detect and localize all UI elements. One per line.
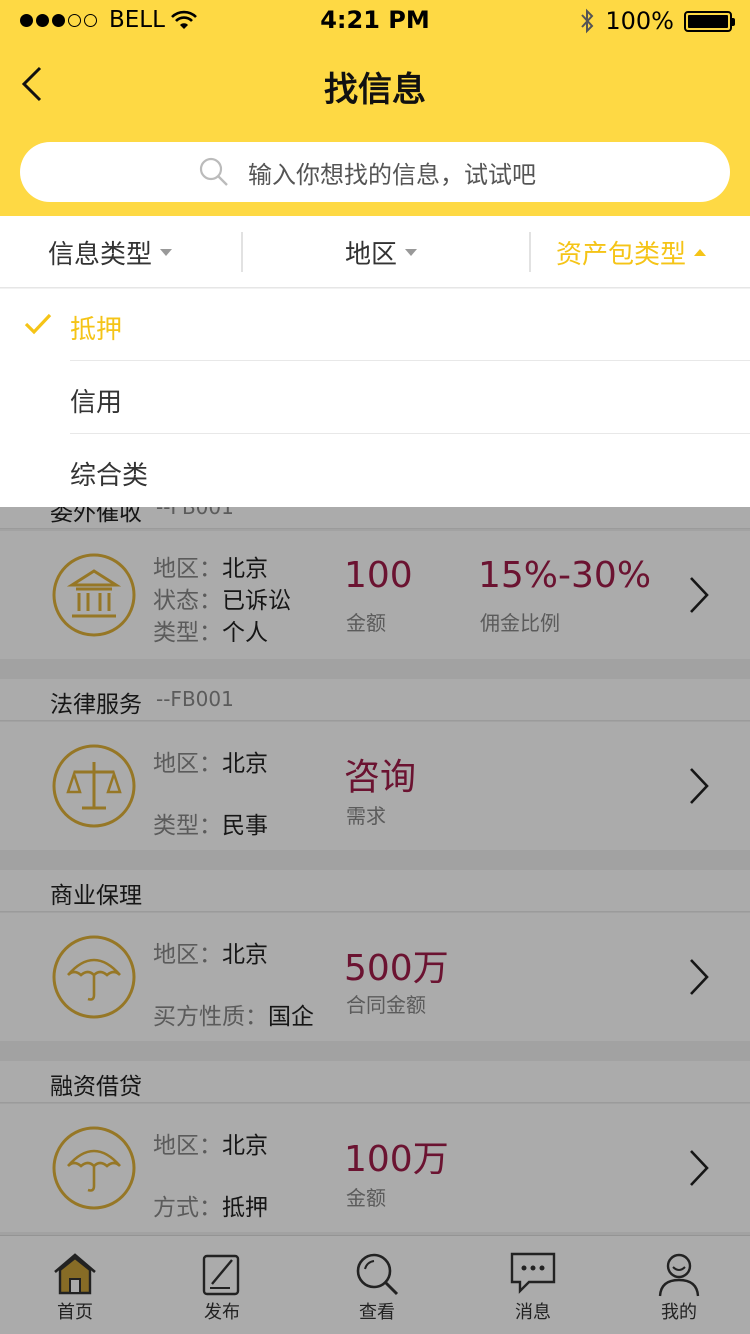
battery-icon: [684, 10, 735, 32]
filter-asset-type[interactable]: 资产包类型: [556, 234, 707, 271]
divider: [529, 232, 531, 272]
filter-bar: 信息类型 地区 资产包类型: [0, 216, 750, 288]
battery-percent: 100%: [605, 7, 674, 35]
page-title: 找信息: [324, 70, 426, 110]
filter-label: 信息类型: [48, 240, 153, 270]
option-label: 综合类: [70, 461, 149, 491]
dropdown-option-comprehensive[interactable]: 综合类: [70, 435, 750, 507]
checkmark-icon: [24, 313, 52, 335]
filter-info-type[interactable]: 信息类型: [48, 234, 173, 271]
search-placeholder: 输入你想找的信息，试试吧: [248, 161, 536, 189]
status-bar: BELL 4:21 PM 100%: [0, 0, 750, 40]
status-right: 100%: [579, 7, 735, 35]
search-icon: [199, 157, 228, 186]
search-input[interactable]: 输入你想找的信息，试试吧: [20, 142, 730, 202]
asset-type-dropdown: 抵押 信用 综合类: [0, 289, 750, 507]
filter-label: 地区: [345, 240, 398, 270]
dropdown-option-mortgage[interactable]: 抵押: [70, 289, 750, 361]
caret-up-icon: [694, 249, 707, 256]
dropdown-option-credit[interactable]: 信用: [70, 362, 750, 434]
dropdown-backdrop[interactable]: [0, 507, 750, 1334]
divider: [241, 232, 243, 272]
caret-down-icon: [160, 249, 173, 256]
filter-label: 资产包类型: [556, 240, 687, 270]
header: BELL 4:21 PM 100% 找信息 输入你想找的信息，试试吧: [0, 0, 750, 216]
bluetooth-icon: [581, 8, 594, 34]
option-label: 信用: [70, 388, 123, 418]
filter-region[interactable]: 地区: [345, 234, 418, 271]
caret-down-icon: [405, 249, 418, 256]
option-label: 抵押: [70, 315, 123, 345]
